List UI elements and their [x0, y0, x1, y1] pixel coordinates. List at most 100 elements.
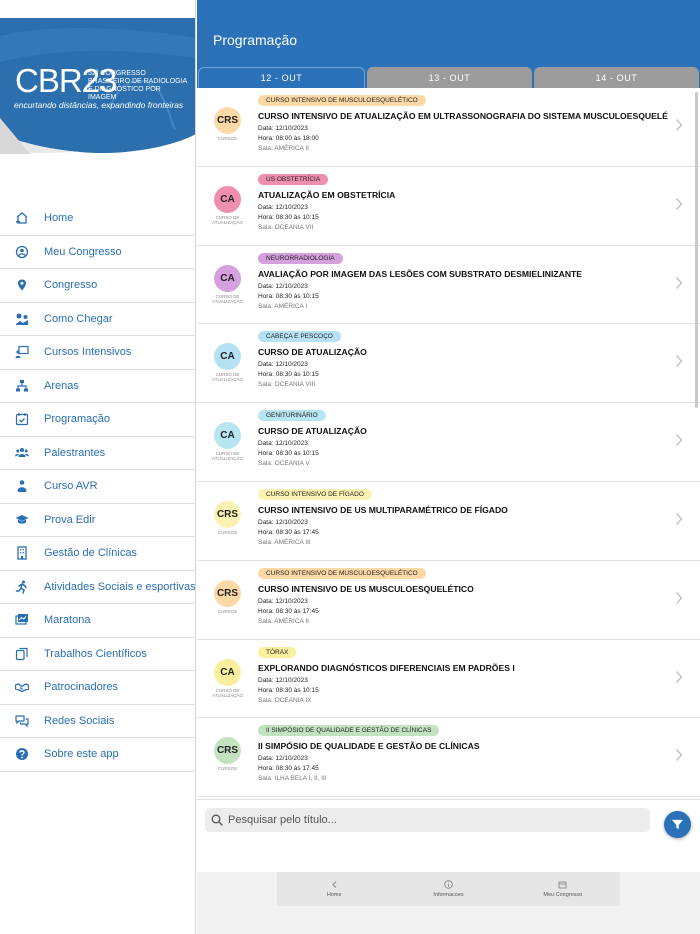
user-circle-icon [15, 245, 29, 259]
session-time: Hora: 08:30 às 17:45 [258, 528, 319, 536]
session-row[interactable]: CRS CURSOS CURSO INTENSIVO DE MUSCULOESQUE… [197, 88, 700, 167]
chevron-right-icon [676, 749, 683, 762]
filter-icon [671, 819, 684, 830]
sidebar-item-congresso[interactable]: Congresso [0, 269, 195, 303]
sidebar-item-meu-congresso[interactable]: Meu Congresso [0, 236, 195, 269]
sidebar-item-palestrantes[interactable]: Palestrantes [0, 437, 195, 470]
session-time: Hora: 08:00 às 18:00 [258, 135, 319, 142]
session-title: ATUALIZAÇÃO EM OBSTETRÍCIA [258, 189, 396, 200]
chevron-left-icon [331, 881, 337, 888]
people-icon [15, 446, 29, 460]
bottom-nav-label: Home [326, 892, 342, 898]
search-icon [211, 814, 223, 826]
session-room: Sala: OCEANIA IX [258, 696, 312, 704]
sidebar-item-curso-avr[interactable]: Curso AVR [0, 470, 195, 504]
chevron-right-icon [676, 119, 683, 131]
sidebar-item-sobre-este-app[interactable]: Sobre este app [0, 738, 195, 772]
sidebar-item-label: Programação [44, 413, 111, 426]
session-list[interactable]: CRS CURSOS CURSO INTENSIVO DE MUSCULOESQUE… [197, 88, 700, 800]
category-badge: CABEÇA E PESCOÇO [258, 331, 341, 343]
chevron-right-icon [676, 197, 683, 210]
category-badge: CURSO INTENSIVO DE FÍGADO [258, 488, 372, 500]
session-title: CURSO INTENSIVO DE US MUSCULOESQUELÉTICO [258, 583, 474, 594]
session-date: Data: 12/10/2023 [258, 203, 308, 211]
sidebar-item-label: Sobre este app [44, 748, 119, 761]
sidebar-item-cursos-intensivos[interactable]: Cursos Intensivos [0, 336, 195, 370]
session-row[interactable]: CA CURSO DE ATUALIZAÇÃO US OBSTETRÍCIA ATUA… [197, 167, 700, 246]
search-input[interactable] [228, 814, 628, 826]
map-route-icon [15, 312, 29, 326]
session-type-avatar: CRS [214, 579, 241, 607]
bottom-nav-meu-congresso[interactable]: Meu Congresso [506, 872, 620, 906]
session-title: II SIMPÓSIO DE QUALIDADE E GESTÃO DE CLÍ… [258, 741, 480, 752]
chevron-right-icon [676, 276, 683, 289]
session-row[interactable]: CA CURSO DE ATUALIZAÇÃO GENITURINÁRIO CURSO… [197, 403, 700, 482]
session-title: EXPLORANDO DIAGNÓSTICOS DIFERENCIAIS EM … [258, 662, 515, 673]
session-row[interactable]: CA CURSO DE ATUALIZAÇÃO NEURORRADIOLOGIA AV… [197, 246, 700, 325]
session-row[interactable]: CRS CURSOS CURSO INTENSIVO DE FÍGADO CURSO … [197, 482, 700, 561]
tab-13-out[interactable]: 13 - OUT [367, 67, 532, 88]
tab-12-out[interactable]: 12 - OUT [198, 67, 365, 88]
session-type-avatar: CA [214, 422, 241, 450]
tab-14-out[interactable]: 14 - OUT [534, 67, 699, 88]
congress-banner: CBR23 52º CONGRESSO BRASILEIRO DE RADIOL… [0, 18, 195, 154]
sidebar-item-programacao[interactable]: Programação [0, 403, 195, 437]
bottom-nav: Home Informacoes Meu Congresso [277, 872, 620, 906]
date-tabs: 12 - OUT 13 - OUT 14 - OUT [197, 67, 700, 88]
session-type-caption: CURSO DE ATUALIZAÇÃO [212, 293, 243, 304]
session-room: Sala: AMÉRICA II [258, 145, 309, 152]
session-type-avatar: CRS [214, 737, 241, 765]
session-room: Sala: AMÉRICA II [258, 617, 309, 625]
sidebar-item-atividades-sociais-e-esportivas[interactable]: Atividades Sociais e esportivas [0, 571, 195, 604]
session-type-avatar: CA [214, 658, 241, 686]
sidebar-item-label: Maratona [44, 614, 91, 627]
sidebar-item-gestao-de-clinicas[interactable]: Gestão de Clínicas [0, 537, 195, 571]
session-row[interactable]: CRS CURSOS CURSO INTENSIVO DE MUSCULOESQUE… [197, 561, 700, 640]
session-row[interactable]: CRS CURSOS II SIMPÓSIO DE QUALIDADE E GEST… [197, 718, 700, 798]
sidebar-item-maratona[interactable]: Maratona [0, 604, 195, 638]
category-badge: TÓRAX [258, 646, 297, 658]
session-room: Sala: OCEANIA V [258, 460, 310, 468]
sidebar-item-prova-edir[interactable]: Prova Edir [0, 504, 195, 537]
sidebar-item-label: Como Chegar [44, 312, 113, 325]
bottom-nav-informacoes[interactable]: Informacoes [391, 872, 505, 906]
category-badge: NEURORRADIOLOGIA [258, 252, 343, 264]
category-badge: II SIMPÓSIO DE QUALIDADE E GESTÃO DE CLÍ… [258, 725, 440, 737]
session-time: Hora: 08:30 às 10:15 [258, 450, 319, 458]
scrollbar[interactable] [695, 92, 698, 408]
sidebar-item-label: Home [44, 212, 74, 225]
session-type-caption: CURSO DE ATUALIZAÇÃO [212, 372, 243, 383]
bottom-nav-label: Meu Congresso [543, 892, 583, 898]
session-row[interactable]: CA CURSO DE ATUALIZAÇÃO TÓRAX EXPLORANDO DI… [197, 640, 700, 719]
session-time: Hora: 08:30 às 17:45 [258, 607, 319, 615]
session-date: Data: 12/10/2023 [258, 282, 308, 290]
filter-button[interactable] [664, 811, 691, 838]
chevron-right-icon [676, 513, 683, 525]
home-icon [15, 211, 29, 225]
session-time: Hora: 08:30 às 10:15 [258, 213, 319, 221]
session-type-caption: CURSOS [217, 529, 238, 535]
sidebar-item-home[interactable]: Home [0, 202, 195, 236]
session-type-caption: CURSOS [217, 766, 238, 772]
session-room: Sala: OCEANIA VIII [258, 381, 316, 389]
session-date: Data: 12/10/2023 [258, 597, 308, 605]
bottom-nav-home[interactable]: Home [277, 872, 391, 906]
sidebar-item-arenas[interactable]: Arenas [0, 370, 195, 403]
session-row[interactable]: CA CURSO DE ATUALIZAÇÃO CABEÇA E PESCOÇO CU… [197, 324, 700, 404]
sidebar-item-label: Redes Sociais [44, 714, 115, 727]
sidebar-item-label: Cursos Intensivos [44, 346, 132, 359]
session-room: Sala: AMÉRICA III [258, 538, 311, 546]
sidebar-item-trabalhos-cientificos[interactable]: Trabalhos Científicos [0, 638, 195, 671]
search-box[interactable] [205, 808, 650, 832]
chat-icon [15, 714, 29, 728]
page-title: Programação [213, 32, 298, 48]
category-badge: GENITURINÁRIO [258, 410, 326, 422]
sidebar-item-como-chegar[interactable]: Como Chegar [0, 303, 195, 336]
session-type-caption: CURSO DE ATUALIZAÇÃO [212, 451, 243, 462]
sidebar-item-redes-sociais[interactable]: Redes Sociais [0, 705, 195, 738]
presentation-icon [15, 345, 29, 359]
session-date: Data: 12/10/2023 [258, 361, 308, 369]
app-window: CBR23 52º CONGRESSO BRASILEIRO DE RADIOL… [0, 0, 700, 934]
sidebar-item-label: Curso AVR [44, 480, 98, 493]
sidebar-item-patrocinadores[interactable]: Patrocinadores [0, 671, 195, 705]
